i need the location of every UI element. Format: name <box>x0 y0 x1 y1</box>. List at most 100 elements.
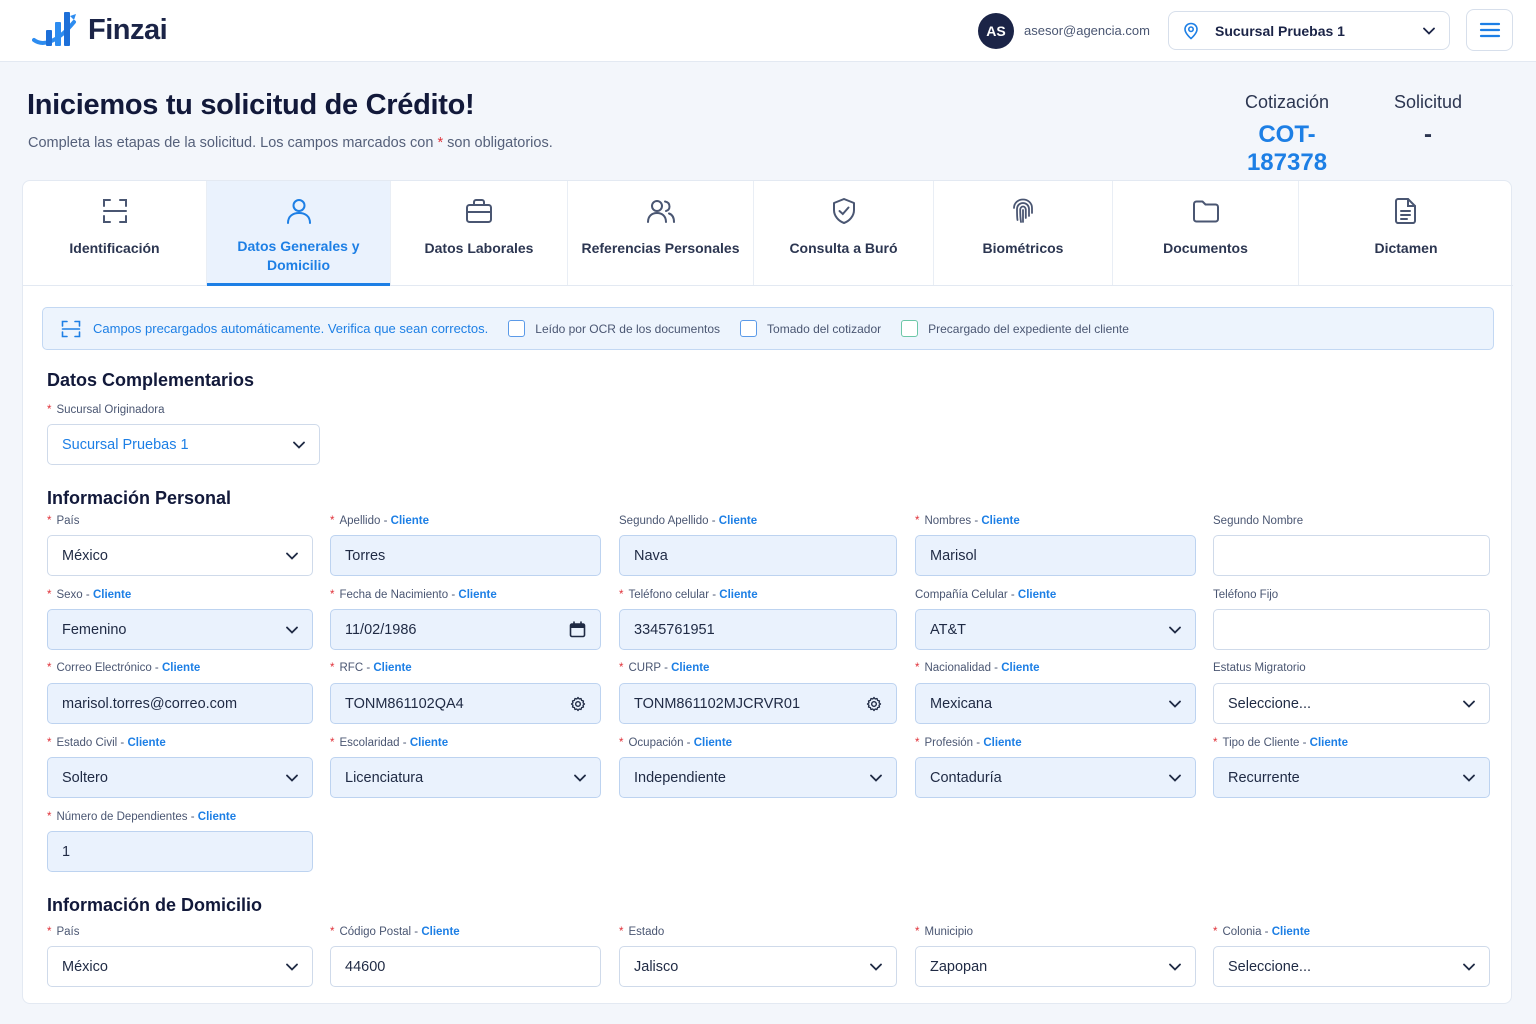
correo-electronico-input[interactable]: marisol.torres@correo.com <box>47 683 313 724</box>
user-email: asesor@agencia.com <box>1024 23 1150 38</box>
field-label: * Ocupación - Cliente <box>619 737 733 749</box>
tab-biometricos[interactable]: Biométricos <box>934 181 1113 285</box>
page-title: Iniciemos tu solicitud de Crédito! <box>27 89 475 121</box>
tab-referencias[interactable]: Referencias Personales <box>568 181 754 285</box>
legend-ocr-swatch <box>508 320 526 337</box>
legend-ocr: Leído por OCR de los documentos <box>508 320 720 337</box>
branch-selector[interactable]: Sucursal Pruebas 1 <box>1168 11 1450 50</box>
field-label: * País <box>47 515 80 527</box>
sexo-select[interactable]: Femenino <box>47 609 313 650</box>
tab-documentos[interactable]: Documentos <box>1113 181 1299 285</box>
solicitud-label: Solicitud <box>1393 92 1463 112</box>
nacionalidad-select[interactable]: Mexicana <box>915 683 1196 724</box>
field-label: * Número de Dependientes - Cliente <box>47 811 237 823</box>
sucursal-originadora-select[interactable]: Sucursal Pruebas 1 <box>47 424 320 465</box>
section-datos-complementarios: Datos Complementarios <box>47 370 255 390</box>
tab-dictamen[interactable]: Dictamen <box>1299 181 1513 285</box>
section-informacion-personal: Información Personal <box>47 488 232 508</box>
quote-number: COT-187378 <box>1246 121 1328 176</box>
legend-expediente: Precargado del expediente del cliente <box>901 320 1129 337</box>
pais-select[interactable]: México <box>47 535 313 576</box>
notice-text: Campos precargados automáticamente. Veri… <box>93 321 489 336</box>
users-icon <box>645 195 677 227</box>
scan-frame-icon <box>61 320 81 337</box>
field-label: * CURP - Cliente <box>619 662 710 674</box>
gear-icon[interactable] <box>570 696 586 712</box>
chevron-down-icon <box>1169 626 1181 634</box>
chevron-down-icon <box>574 774 586 782</box>
stepper-tabs: Identificación Datos Generales y Domicil… <box>23 181 1513 286</box>
briefcase-icon <box>463 195 495 227</box>
chevron-down-icon <box>1463 700 1475 708</box>
chevron-down-icon <box>286 626 298 634</box>
domicilio-pais-select[interactable]: México <box>47 946 313 987</box>
chevron-down-icon <box>1169 963 1181 971</box>
top-bar: Finzai AS asesor@agencia.com Sucursal Pr… <box>0 0 1536 62</box>
app-name: Finzai <box>88 13 168 46</box>
field-label: Segundo Apellido - Cliente <box>619 515 758 527</box>
avatar[interactable]: AS <box>978 13 1014 49</box>
field-label: * Municipio <box>915 926 974 938</box>
segundo-nombre-input[interactable] <box>1213 535 1490 576</box>
field-label: * Teléfono celular - Cliente <box>619 589 758 601</box>
tab-consulta-buro[interactable]: Consulta a Buró <box>754 181 934 285</box>
field-label: Segundo Nombre <box>1213 515 1304 527</box>
legend-cotizador-swatch <box>740 320 758 337</box>
legend-cotizador: Tomado del cotizador <box>740 320 881 337</box>
solicitud-info: Solicitud - <box>1388 92 1468 149</box>
municipio-select[interactable]: Zapopan <box>915 946 1196 987</box>
chevron-down-icon <box>293 441 305 449</box>
chevron-down-icon <box>286 774 298 782</box>
field-label: * Fecha de Nacimiento - Cliente <box>330 589 497 601</box>
menu-button[interactable] <box>1466 9 1513 51</box>
curp-input[interactable]: TONM861102MJCRVR01 <box>619 683 897 724</box>
legend-expediente-swatch <box>901 320 919 337</box>
branch-selector-label: Sucursal Pruebas 1 <box>1215 22 1345 39</box>
tipo-cliente-select[interactable]: Recurrente <box>1213 757 1490 798</box>
field-label: * Colonia - Cliente <box>1213 926 1311 938</box>
section-informacion-domicilio: Información de Domicilio <box>47 895 263 915</box>
solicitud-number: - <box>1424 121 1432 148</box>
estado-civil-select[interactable]: Soltero <box>47 757 313 798</box>
calendar-icon[interactable] <box>569 621 586 638</box>
field-label: Teléfono Fijo <box>1213 589 1279 601</box>
codigo-postal-input[interactable]: 44600 <box>330 946 601 987</box>
page-subtitle: Completa las etapas de la solicitud. Los… <box>28 135 553 151</box>
chevron-down-icon <box>1423 27 1435 35</box>
prefill-notice: Campos precargados automáticamente. Veri… <box>42 307 1494 350</box>
telefono-celular-input[interactable]: 3345761951 <box>619 609 897 650</box>
apellido-input[interactable]: Torres <box>330 535 601 576</box>
chevron-down-icon <box>870 774 882 782</box>
ocupacion-select[interactable]: Independiente <box>619 757 897 798</box>
tab-identificacion[interactable]: Identificación <box>23 181 207 285</box>
form-card: Identificación Datos Generales y Domicil… <box>22 180 1513 1004</box>
chevron-down-icon <box>1169 700 1181 708</box>
tab-datos-laborales[interactable]: Datos Laborales <box>391 181 568 285</box>
estado-select[interactable]: Jalisco <box>619 946 897 987</box>
field-label: * Tipo de Cliente - Cliente <box>1213 737 1348 749</box>
nombres-input[interactable]: Marisol <box>915 535 1196 576</box>
numero-dependientes-input[interactable]: 1 <box>47 831 313 872</box>
compania-celular-select[interactable]: AT&T <box>915 609 1196 650</box>
logo[interactable]: Finzai <box>32 10 168 50</box>
quote-label: Cotización <box>1244 92 1330 112</box>
escolaridad-select[interactable]: Licenciatura <box>330 757 601 798</box>
profesion-select[interactable]: Contaduría <box>915 757 1196 798</box>
fecha-nacimiento-input[interactable]: 11/02/1986 <box>330 609 601 650</box>
field-label: Estatus Migratorio <box>1213 662 1306 674</box>
telefono-fijo-input[interactable] <box>1213 609 1490 650</box>
chevron-down-icon <box>1463 963 1475 971</box>
rfc-input[interactable]: TONM861102QA4 <box>330 683 601 724</box>
document-icon <box>1390 195 1422 227</box>
estatus-migratorio-select[interactable]: Seleccione... <box>1213 683 1490 724</box>
field-label: Compañía Celular - Cliente <box>915 589 1057 601</box>
field-label: * Sexo - Cliente <box>47 589 132 601</box>
tab-datos-generales[interactable]: Datos Generales y Domicilio <box>207 181 391 286</box>
scan-frame-icon <box>99 195 131 227</box>
colonia-select[interactable]: Seleccione... <box>1213 946 1490 987</box>
gear-icon[interactable] <box>866 696 882 712</box>
field-label: * Estado <box>619 926 665 938</box>
chevron-down-icon <box>1463 774 1475 782</box>
field-label: * Correo Electrónico - Cliente <box>47 662 201 674</box>
segundo-apellido-input[interactable]: Nava <box>619 535 897 576</box>
